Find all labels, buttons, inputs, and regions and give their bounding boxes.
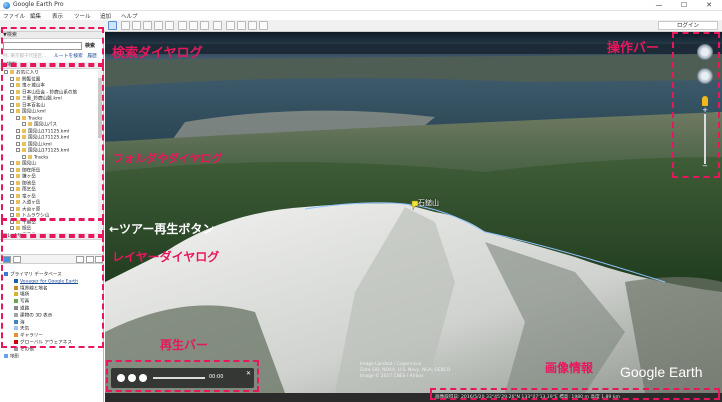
google-earth-logo: Google Earth bbox=[620, 364, 703, 380]
menu-help[interactable]: ヘルプ bbox=[121, 12, 138, 20]
maps-icon[interactable] bbox=[259, 21, 268, 30]
nav-bar-outline bbox=[672, 32, 720, 178]
minimize-button[interactable]: — bbox=[650, 0, 668, 11]
playback-bar-outline bbox=[106, 360, 259, 392]
layer-item-label: その他 bbox=[20, 347, 34, 353]
close-button[interactable]: ✕ bbox=[700, 0, 718, 11]
annotation-folders: フォルダやダイヤログ bbox=[113, 152, 223, 165]
folder-dialog-outline bbox=[1, 65, 104, 220]
placemark-icon[interactable] bbox=[121, 21, 130, 30]
menu-bar: ファイル 編集 表示 ツール 追加 ヘルプ bbox=[0, 11, 722, 20]
layer-dialog-outline bbox=[1, 236, 104, 348]
sunlight-icon[interactable] bbox=[189, 21, 198, 30]
sidebar-toggle-icon[interactable] bbox=[108, 21, 117, 30]
credit-line: Image © 2017 CNES / Airbus bbox=[360, 374, 424, 379]
annotation-nav: 操作バー bbox=[607, 41, 660, 56]
image-info-outline bbox=[430, 388, 720, 400]
path-icon[interactable] bbox=[143, 21, 152, 30]
ruler-icon[interactable] bbox=[213, 21, 222, 30]
annotation-layers: レイヤーダイヤログ bbox=[112, 250, 220, 264]
menu-view[interactable]: 表示 bbox=[52, 12, 63, 20]
placemark-label[interactable]: 石鎚山 bbox=[418, 198, 439, 208]
annotation-imageinfo: 画像情報 bbox=[545, 361, 594, 375]
imagery-credits: Image Landsat / Copernicus Data SIO, NOA… bbox=[360, 362, 450, 380]
maximize-button[interactable]: ☐ bbox=[675, 0, 693, 11]
image-overlay-icon[interactable] bbox=[154, 21, 163, 30]
menu-edit[interactable]: 編集 bbox=[30, 12, 41, 20]
menu-add[interactable]: 追加 bbox=[100, 12, 111, 20]
google-earth-app-icon bbox=[3, 2, 10, 9]
polygon-icon[interactable] bbox=[132, 21, 141, 30]
menu-file[interactable]: ファイル bbox=[3, 12, 25, 20]
planets-icon[interactable] bbox=[200, 21, 209, 30]
window-title: Google Earth Pro bbox=[13, 1, 64, 8]
layer-item-label: 地形 bbox=[10, 354, 20, 360]
tour-button-outline bbox=[1, 219, 104, 236]
login-button[interactable]: ログイン bbox=[658, 21, 718, 30]
annotation-tour: ←ツアー再生ボタン bbox=[109, 222, 215, 236]
menu-tools[interactable]: ツール bbox=[74, 12, 91, 20]
historical-imagery-icon[interactable] bbox=[178, 21, 187, 30]
save-image-icon[interactable] bbox=[248, 21, 257, 30]
annotation-playback: 再生バー bbox=[160, 338, 209, 352]
toolbar: ログイン bbox=[0, 20, 722, 32]
title-bar: Google Earth Pro — ☐ ✕ bbox=[0, 0, 722, 11]
search-dialog-outline bbox=[1, 27, 104, 65]
layer-item[interactable]: 地形 bbox=[4, 353, 20, 361]
email-icon[interactable] bbox=[226, 21, 235, 30]
annotation-search: 検索ダイヤログ bbox=[112, 46, 203, 61]
print-icon[interactable] bbox=[237, 21, 246, 30]
record-tour-icon[interactable] bbox=[165, 21, 174, 30]
layer-icon bbox=[4, 353, 8, 358]
